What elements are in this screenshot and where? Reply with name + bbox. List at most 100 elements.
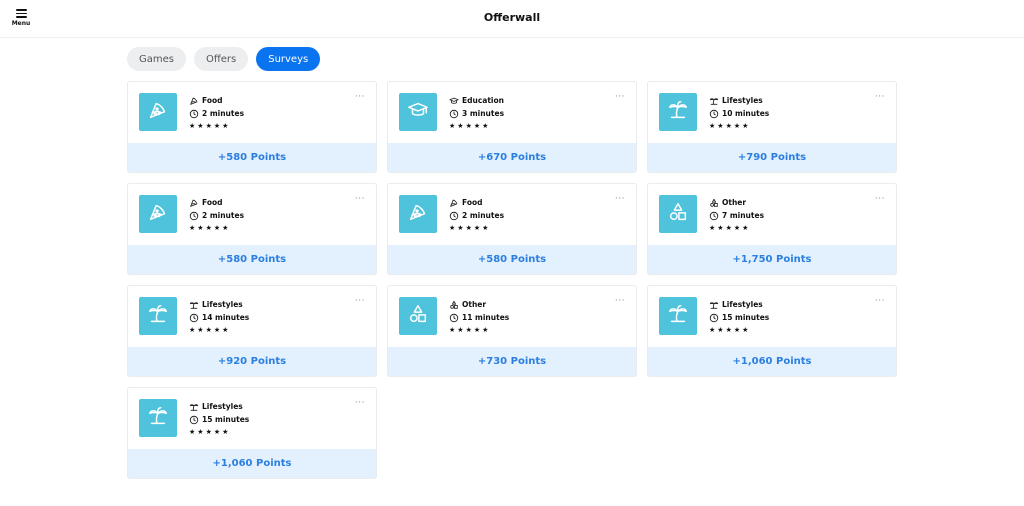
star-rating: ★ ★ ★ ★ ★	[709, 325, 769, 335]
card-info: Education 3 minutes ★ ★ ★ ★ ★	[449, 94, 504, 131]
more-options-icon[interactable]: ···	[615, 194, 625, 204]
points-button[interactable]: +1,750 Points	[648, 245, 896, 274]
card-body: Lifestyles 15 minutes ★ ★ ★ ★ ★ ···	[128, 388, 376, 451]
category-thumbnail	[139, 297, 177, 335]
more-options-icon[interactable]: ···	[355, 194, 365, 204]
star-icon: ★	[222, 326, 229, 334]
duration-line: 7 minutes	[709, 209, 764, 222]
card-body: Lifestyles 10 minutes ★ ★ ★ ★ ★ ···	[648, 82, 896, 145]
card-body: Education 3 minutes ★ ★ ★ ★ ★ ···	[388, 82, 636, 145]
star-icon: ★	[717, 326, 724, 334]
star-icon: ★	[742, 224, 749, 232]
more-options-icon[interactable]: ···	[615, 92, 625, 102]
star-icon: ★	[449, 122, 456, 130]
star-rating: ★ ★ ★ ★ ★	[709, 223, 764, 233]
star-icon: ★	[482, 224, 489, 232]
star-icon: ★	[197, 326, 204, 334]
pizza-icon	[407, 201, 429, 227]
star-icon: ★	[457, 326, 464, 334]
category-line: Lifestyles	[709, 94, 769, 107]
clock-icon	[709, 313, 719, 323]
star-icon: ★	[205, 428, 212, 436]
card-info: Other 7 minutes ★ ★ ★ ★ ★	[709, 196, 764, 233]
survey-card[interactable]: Lifestyles 15 minutes ★ ★ ★ ★ ★ ··· +1,060 Point…	[647, 285, 897, 377]
duration-label: 15 minutes	[722, 313, 770, 322]
star-icon: ★	[733, 326, 741, 334]
card-body: Food 2 minutes ★ ★ ★ ★ ★ ···	[128, 184, 376, 247]
survey-card[interactable]: Education 3 minutes ★ ★ ★ ★ ★ ··· +670 Points	[387, 81, 637, 173]
points-button[interactable]: +730 Points	[388, 347, 636, 376]
survey-card[interactable]: Lifestyles 15 minutes ★ ★ ★ ★ ★ ··· +1,060 Point…	[127, 387, 377, 479]
palm-tree-icon	[189, 300, 199, 310]
points-button[interactable]: +920 Points	[128, 347, 376, 376]
duration-label: 11 minutes	[462, 313, 510, 322]
survey-card[interactable]: Other 11 minutes ★ ★ ★ ★ ★ ··· +730 Points	[387, 285, 637, 377]
duration-label: 15 minutes	[202, 415, 250, 424]
palm-tree-icon	[667, 303, 689, 329]
tab-games[interactable]: Games	[127, 47, 186, 71]
category-line: Other	[709, 196, 764, 209]
star-icon: ★	[482, 122, 489, 130]
star-rating: ★ ★ ★ ★ ★	[449, 121, 504, 131]
graduation-cap-icon	[407, 99, 429, 125]
category-label: Food	[202, 198, 223, 207]
points-button[interactable]: +580 Points	[388, 245, 636, 274]
tab-surveys[interactable]: Surveys	[256, 47, 321, 71]
points-button[interactable]: +1,060 Points	[648, 347, 896, 376]
palm-tree-icon	[709, 96, 719, 106]
star-icon: ★	[717, 224, 724, 232]
more-options-icon[interactable]: ···	[615, 296, 625, 306]
duration-line: 15 minutes	[709, 311, 769, 324]
star-icon: ★	[733, 122, 741, 130]
card-info: Lifestyles 10 minutes ★ ★ ★ ★ ★	[709, 94, 769, 131]
survey-card[interactable]: Food 2 minutes ★ ★ ★ ★ ★ ··· +580 Points	[127, 183, 377, 275]
clock-icon	[189, 313, 199, 323]
survey-card[interactable]: Other 7 minutes ★ ★ ★ ★ ★ ··· +1,750 Points	[647, 183, 897, 275]
more-options-icon[interactable]: ···	[875, 92, 885, 102]
more-options-icon[interactable]: ···	[875, 296, 885, 306]
duration-label: 3 minutes	[462, 109, 505, 118]
clock-icon	[449, 109, 459, 119]
clock-icon	[709, 211, 719, 221]
points-button[interactable]: +670 Points	[388, 143, 636, 172]
more-options-icon[interactable]: ···	[355, 296, 365, 306]
survey-card[interactable]: Food 2 minutes ★ ★ ★ ★ ★ ··· +580 Points	[127, 81, 377, 173]
clock-icon	[449, 313, 459, 323]
survey-card[interactable]: Food 2 minutes ★ ★ ★ ★ ★ ··· +580 Points	[387, 183, 637, 275]
category-line: Other	[449, 298, 509, 311]
star-icon: ★	[709, 224, 716, 232]
more-options-icon[interactable]: ···	[355, 92, 365, 102]
star-icon: ★	[189, 122, 196, 130]
points-button[interactable]: +1,060 Points	[128, 449, 376, 478]
duration-label: 14 minutes	[202, 313, 250, 322]
points-button[interactable]: +580 Points	[128, 245, 376, 274]
palm-tree-icon	[709, 300, 719, 310]
survey-card[interactable]: Lifestyles 14 minutes ★ ★ ★ ★ ★ ··· +920 Points	[127, 285, 377, 377]
category-tabs: Games Offers Surveys	[127, 47, 321, 71]
page-title: Offerwall	[483, 11, 541, 24]
category-label: Education	[462, 96, 504, 105]
more-options-icon[interactable]: ···	[355, 398, 365, 408]
points-button[interactable]: +790 Points	[648, 143, 896, 172]
tab-offers[interactable]: Offers	[193, 47, 249, 71]
star-icon: ★	[709, 122, 716, 130]
card-info: Food 2 minutes ★ ★ ★ ★ ★	[189, 196, 244, 233]
survey-card[interactable]: Lifestyles 10 minutes ★ ★ ★ ★ ★ ··· +790 Points	[647, 81, 897, 173]
shapes-icon	[667, 201, 689, 227]
graduation-cap-icon	[449, 96, 459, 106]
clock-icon	[449, 211, 459, 221]
star-rating: ★ ★ ★ ★ ★	[449, 325, 509, 335]
duration-line: 3 minutes	[449, 107, 504, 120]
card-info: Other 11 minutes ★ ★ ★ ★ ★	[449, 298, 509, 335]
points-button[interactable]: +580 Points	[128, 143, 376, 172]
star-rating: ★ ★ ★ ★ ★	[189, 427, 249, 437]
more-options-icon[interactable]: ···	[875, 194, 885, 204]
category-thumbnail	[139, 195, 177, 233]
category-thumbnail	[659, 93, 697, 131]
star-icon: ★	[213, 326, 221, 334]
category-label: Lifestyles	[722, 300, 763, 309]
palm-tree-icon	[147, 303, 169, 329]
category-line: Food	[449, 196, 504, 209]
clock-icon	[189, 415, 199, 425]
star-icon: ★	[213, 428, 221, 436]
